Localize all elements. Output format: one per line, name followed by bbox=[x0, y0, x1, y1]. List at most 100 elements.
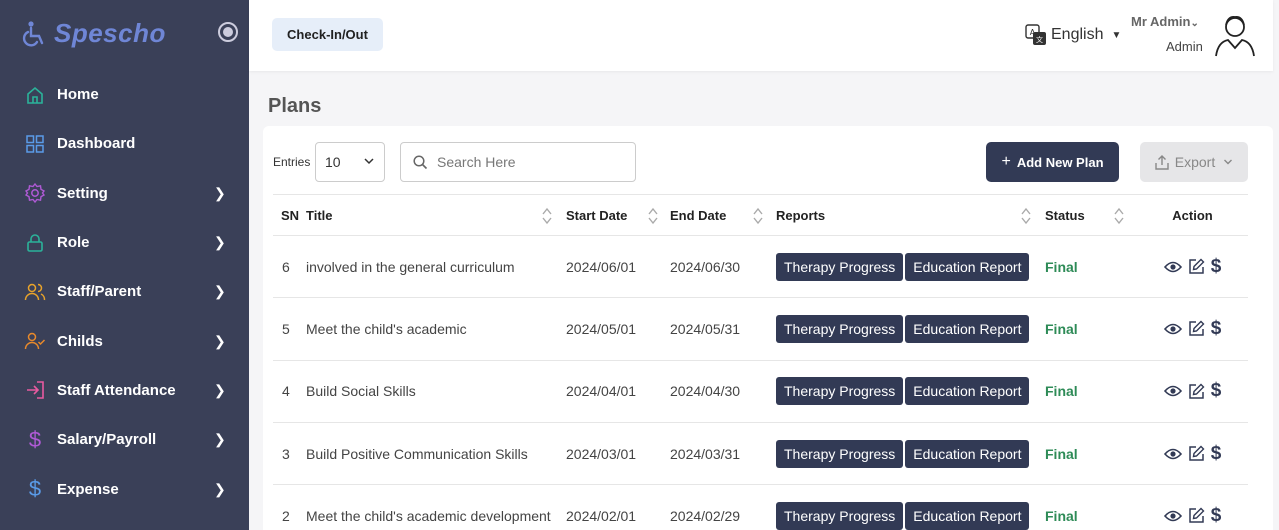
view-eye-icon[interactable] bbox=[1163, 260, 1182, 274]
view-eye-icon[interactable] bbox=[1163, 384, 1182, 398]
payment-dollar-icon[interactable]: $ bbox=[1211, 256, 1222, 278]
cell-start-date: 2024/04/01 bbox=[566, 360, 670, 423]
column-header-reports[interactable]: Reports bbox=[776, 194, 1045, 236]
cell-sn: 4 bbox=[273, 360, 306, 423]
sidebar-item-dashboard[interactable]: Dashboard bbox=[0, 119, 249, 168]
table-row: 3 Build Positive Communication Skills 20… bbox=[273, 422, 1248, 486]
edit-icon[interactable] bbox=[1188, 258, 1205, 275]
view-eye-icon[interactable] bbox=[1163, 447, 1182, 461]
sort-icon bbox=[1114, 207, 1124, 225]
sidebar-item-childs[interactable]: Childs ❯ bbox=[0, 316, 249, 365]
status-badge: Final bbox=[1045, 320, 1078, 337]
cell-status: Final bbox=[1045, 360, 1137, 423]
chevron-right-icon: ❯ bbox=[214, 184, 226, 201]
edit-icon[interactable] bbox=[1188, 383, 1205, 400]
sidebar-item-label: Staff/Parent bbox=[57, 283, 142, 301]
cell-actions: $ bbox=[1137, 422, 1248, 486]
cell-reports: Therapy Progress Education Report bbox=[776, 235, 1045, 299]
therapy-progress-button[interactable]: Therapy Progress bbox=[776, 377, 904, 406]
avatar[interactable] bbox=[1212, 10, 1258, 58]
payment-dollar-icon[interactable]: $ bbox=[1211, 318, 1222, 340]
brand-logo[interactable]: Spescho bbox=[22, 18, 166, 49]
entries-label: Entries bbox=[273, 155, 311, 169]
column-header-start-date[interactable]: Start Date bbox=[566, 194, 670, 236]
entries-select[interactable]: 10 bbox=[315, 142, 385, 182]
lock-icon bbox=[24, 232, 46, 254]
add-new-plan-button[interactable]: + Add New Plan bbox=[986, 142, 1119, 182]
chevron-right-icon: ❯ bbox=[214, 381, 226, 398]
payment-dollar-icon[interactable]: $ bbox=[1211, 443, 1222, 465]
therapy-progress-button[interactable]: Therapy Progress bbox=[776, 252, 904, 281]
cell-start-date: 2024/05/01 bbox=[566, 297, 670, 361]
grid-icon bbox=[24, 133, 46, 155]
cell-title: involved in the general curriculum bbox=[306, 235, 566, 299]
therapy-progress-button[interactable]: Therapy Progress bbox=[776, 314, 904, 343]
cell-status: Final bbox=[1045, 484, 1137, 530]
radio-dot-icon bbox=[223, 27, 233, 37]
therapy-progress-button[interactable]: Therapy Progress bbox=[776, 439, 904, 468]
wheelchair-icon bbox=[22, 20, 44, 46]
sidebar-item-setting[interactable]: Setting ❯ bbox=[0, 169, 249, 218]
table-header-row: SN Title Start Date End Date Reports Sta… bbox=[273, 194, 1248, 236]
cell-title: Build Positive Communication Skills bbox=[306, 422, 566, 486]
cell-start-date: 2024/02/01 bbox=[566, 484, 670, 530]
search-icon bbox=[413, 154, 428, 169]
brand-name: Spescho bbox=[54, 18, 166, 48]
view-eye-icon[interactable] bbox=[1163, 322, 1182, 336]
home-icon bbox=[24, 84, 46, 106]
cell-start-date: 2024/06/01 bbox=[566, 235, 670, 299]
education-report-button[interactable]: Education Report bbox=[905, 501, 1030, 530]
chevron-right-icon: ❯ bbox=[214, 234, 226, 251]
login-icon bbox=[24, 379, 46, 401]
cell-actions: $ bbox=[1137, 297, 1248, 361]
check-in-out-button[interactable]: Check-In/Out bbox=[272, 18, 383, 51]
column-header-title[interactable]: Title bbox=[306, 194, 566, 236]
cell-title: Build Social Skills bbox=[306, 360, 566, 423]
education-report-button[interactable]: Education Report bbox=[905, 439, 1030, 468]
edit-icon[interactable] bbox=[1188, 507, 1205, 524]
view-eye-icon[interactable] bbox=[1163, 509, 1182, 523]
cell-reports: Therapy Progress Education Report bbox=[776, 297, 1045, 361]
cell-end-date: 2024/05/31 bbox=[670, 297, 776, 361]
cell-reports: Therapy Progress Education Report bbox=[776, 360, 1045, 423]
edit-icon[interactable] bbox=[1188, 445, 1205, 462]
dollar-icon: $ bbox=[28, 426, 42, 452]
sidebar-item-label: Dashboard bbox=[57, 135, 136, 153]
education-report-button[interactable]: Education Report bbox=[905, 314, 1030, 343]
cell-start-date: 2024/03/01 bbox=[566, 422, 670, 486]
cell-actions: $ bbox=[1137, 235, 1248, 299]
sidebar-toggle-button[interactable] bbox=[218, 22, 238, 42]
chevron-down-icon bbox=[1224, 159, 1233, 165]
column-header-status[interactable]: Status bbox=[1045, 194, 1137, 236]
sidebar-item-label: Expense bbox=[57, 480, 119, 498]
sidebar-item-staff-attendance[interactable]: Staff Attendance ❯ bbox=[0, 366, 249, 415]
edit-icon[interactable] bbox=[1188, 320, 1205, 337]
sidebar-item-staff-parent[interactable]: Staff/Parent ❯ bbox=[0, 267, 249, 316]
export-button[interactable]: Export bbox=[1140, 142, 1248, 182]
cell-end-date: 2024/06/30 bbox=[670, 235, 776, 299]
language-selector[interactable]: A 文 English ▼ bbox=[1025, 24, 1121, 46]
user-menu[interactable]: Mr Admin⌄ bbox=[1131, 14, 1199, 29]
sidebar-item-salary-payroll[interactable]: $ Salary/Payroll ❯ bbox=[0, 415, 249, 464]
sidebar-menu: Home Dashboard Setting ❯ Role ❯ Staff/Pa… bbox=[0, 70, 249, 514]
payment-dollar-icon[interactable]: $ bbox=[1211, 380, 1222, 402]
sidebar-item-label: Childs bbox=[57, 332, 103, 350]
column-header-end-date[interactable]: End Date bbox=[670, 194, 776, 236]
sidebar-item-expense[interactable]: $ Expense ❯ bbox=[0, 464, 249, 513]
education-report-button[interactable]: Education Report bbox=[905, 377, 1030, 406]
search-input[interactable] bbox=[437, 154, 617, 170]
plans-card: Entries 10 + Add New Plan Export SN Titl… bbox=[263, 126, 1273, 530]
sort-icon bbox=[648, 207, 658, 225]
sort-icon bbox=[542, 207, 552, 225]
cell-actions: $ bbox=[1137, 484, 1248, 530]
education-report-button[interactable]: Education Report bbox=[905, 252, 1030, 281]
cell-sn: 6 bbox=[273, 235, 306, 299]
therapy-progress-button[interactable]: Therapy Progress bbox=[776, 501, 904, 530]
cell-title: Meet the child's academic development bbox=[306, 484, 566, 530]
sidebar-item-home[interactable]: Home bbox=[0, 70, 249, 119]
sidebar-item-role[interactable]: Role ❯ bbox=[0, 218, 249, 267]
sidebar-item-label: Role bbox=[57, 234, 90, 252]
payment-dollar-icon[interactable]: $ bbox=[1211, 505, 1222, 527]
page-title: Plans bbox=[268, 95, 322, 117]
sidebar-item-label: Home bbox=[57, 86, 99, 104]
